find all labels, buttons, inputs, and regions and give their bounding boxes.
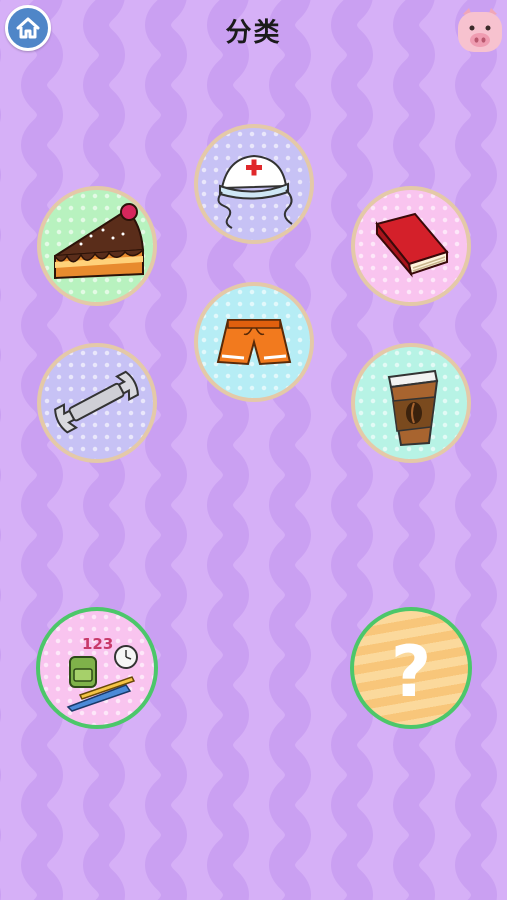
item-wrench[interactable] — [37, 343, 157, 463]
wave-stripe — [455, 0, 497, 900]
top-bar: 分类 — [0, 0, 507, 60]
wrench-icon — [54, 370, 139, 434]
item-shorts[interactable] — [194, 282, 314, 402]
numbers-badge: 123 — [82, 635, 113, 653]
item-coffee[interactable] — [351, 343, 471, 463]
coffee-cup-icon — [387, 369, 439, 447]
item-nurse-cap[interactable] — [194, 124, 314, 244]
item-cake[interactable] — [37, 186, 157, 306]
nurse-cap-icon — [217, 154, 293, 229]
school-supplies-button[interactable]: 123 — [36, 607, 158, 729]
book-icon — [375, 212, 449, 278]
wave-stripe — [145, 0, 187, 900]
item-book[interactable] — [351, 186, 471, 306]
shorts-icon — [216, 319, 292, 366]
pig-face-icon[interactable] — [455, 4, 505, 54]
random-button[interactable]: ? — [350, 607, 472, 729]
question-mark-icon: ? — [391, 631, 432, 713]
cake-slice-icon — [54, 203, 145, 280]
page-title: 分类 — [225, 18, 282, 48]
school-supplies-icon: 123 — [66, 635, 138, 712]
svg-text:?: ? — [391, 631, 432, 713]
